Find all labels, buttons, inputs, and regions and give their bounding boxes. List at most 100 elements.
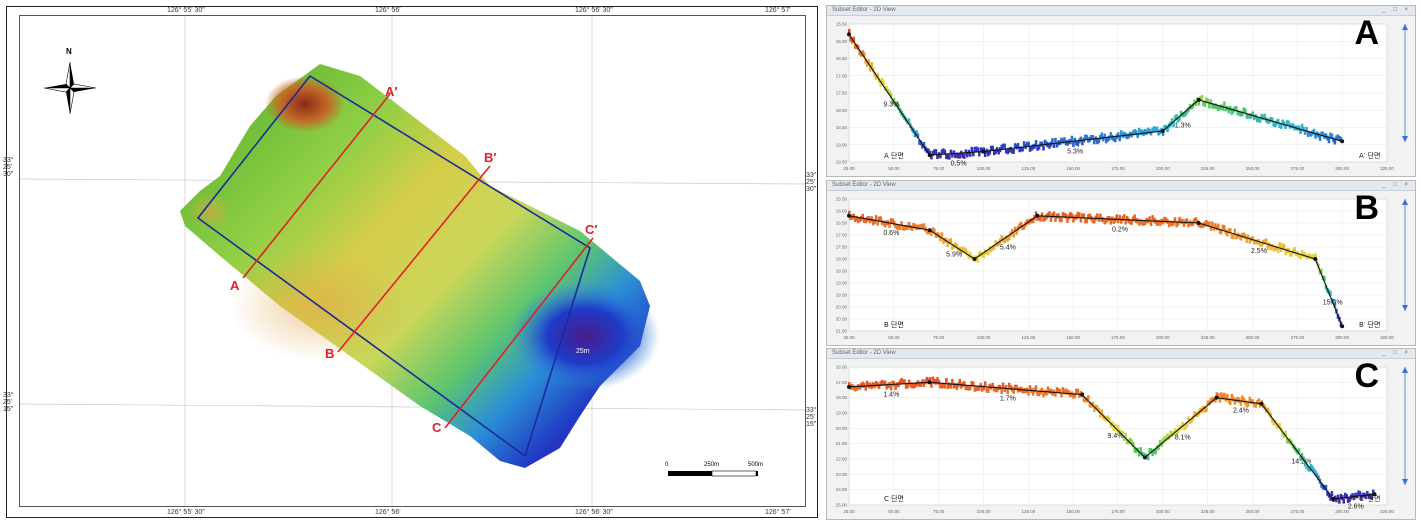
scroll-down-icon[interactable] bbox=[1402, 136, 1408, 142]
section-start-label: C 단면 bbox=[884, 494, 904, 503]
sounding-point bbox=[1327, 138, 1331, 144]
y-tick-label: 25.00 bbox=[836, 503, 848, 508]
slope-label: 15.0% bbox=[1323, 300, 1343, 307]
x-tick-label: 125.00 bbox=[1021, 335, 1035, 340]
x-tick-label: 175.00 bbox=[1111, 166, 1125, 171]
sounding-point bbox=[1122, 214, 1126, 220]
profile-panel-c: Subset Editor - 2D View _ □ × 25.00 50.00… bbox=[826, 348, 1416, 520]
x-tick-label: 200.00 bbox=[1156, 166, 1170, 171]
scroll-up-icon[interactable] bbox=[1402, 367, 1408, 373]
sandy-zone-w bbox=[188, 193, 232, 229]
sounding-point bbox=[1118, 136, 1121, 142]
slope-vertex bbox=[927, 153, 932, 158]
sounding-point bbox=[1232, 234, 1235, 240]
x-tick-label: 325.00 bbox=[1380, 335, 1394, 340]
window-controls-icon[interactable]: _ □ × bbox=[1382, 349, 1411, 358]
sounding-point bbox=[1200, 94, 1204, 100]
panel-letter: C bbox=[1354, 357, 1379, 395]
sounding-point bbox=[958, 378, 962, 384]
section-end-label: A′ 단면 bbox=[1359, 151, 1380, 160]
y-tick-label: 17.50 bbox=[836, 245, 848, 250]
profile-panel-b: Subset Editor - 2D View _ □ × 25.00 50.00… bbox=[826, 180, 1416, 346]
scroll-down-icon[interactable] bbox=[1402, 479, 1408, 485]
sounding-point bbox=[1006, 389, 1009, 395]
sounding-point bbox=[1139, 447, 1142, 453]
sounding-point bbox=[986, 387, 990, 393]
slope-vertex bbox=[972, 257, 977, 261]
window-controls-icon[interactable]: _ □ × bbox=[1382, 6, 1411, 15]
x-tick-label: 75.00 bbox=[933, 335, 945, 340]
coord-top-2: 126° 56' bbox=[375, 7, 401, 14]
section-start-label: B 단면 bbox=[884, 320, 904, 329]
sounding-point bbox=[1342, 498, 1346, 504]
y-tick-label: 17.00 bbox=[836, 233, 848, 238]
y-tick-label: 17.50 bbox=[836, 91, 848, 96]
coord-bottom-4: 126° 57' bbox=[765, 509, 791, 516]
slope-vertex bbox=[1214, 395, 1219, 400]
x-tick-label: 250.00 bbox=[1246, 509, 1260, 514]
x-tick-label: 25.00 bbox=[843, 166, 855, 171]
y-tick-label: 19.50 bbox=[836, 160, 848, 165]
slope-vertex bbox=[847, 384, 851, 389]
y-tick-label: 17.00 bbox=[836, 380, 848, 385]
sounding-point bbox=[1279, 123, 1283, 129]
slope-label: 1.7% bbox=[1000, 395, 1016, 402]
coord-top-4: 126° 57' bbox=[765, 7, 791, 14]
y-tick-label: 19.00 bbox=[836, 281, 848, 286]
sounding-point bbox=[1338, 498, 1341, 504]
sounding-point bbox=[1278, 242, 1281, 248]
slope-vertex bbox=[1196, 97, 1201, 102]
sounding-point bbox=[976, 257, 980, 263]
sounding-point bbox=[889, 385, 893, 391]
scroll-up-icon[interactable] bbox=[1402, 199, 1408, 205]
sounding-point bbox=[874, 215, 878, 221]
sounding-point bbox=[1203, 101, 1207, 107]
x-tick-label: 225.00 bbox=[1201, 166, 1215, 171]
sounding-point bbox=[943, 383, 947, 389]
survey-area bbox=[180, 64, 650, 468]
x-tick-label: 50.00 bbox=[888, 335, 900, 340]
sounding-point bbox=[949, 238, 953, 244]
y-tick-label: 20.00 bbox=[836, 305, 848, 310]
scale-label-0: 0 bbox=[665, 462, 669, 468]
x-tick-label: 125.00 bbox=[1021, 166, 1035, 171]
y-tick-label: 16.50 bbox=[836, 221, 848, 226]
x-tick-label: 225.00 bbox=[1201, 335, 1215, 340]
x-tick-label: 175.00 bbox=[1111, 335, 1125, 340]
sounding-point bbox=[1149, 221, 1153, 227]
y-tick-label: 17.00 bbox=[836, 73, 848, 78]
slope-vertex bbox=[1160, 128, 1165, 133]
sounding-point bbox=[1048, 211, 1051, 217]
sounding-point bbox=[1318, 135, 1322, 141]
sounding-point bbox=[1229, 400, 1232, 406]
y-tick-label: 16.00 bbox=[836, 365, 848, 370]
scroll-up-icon[interactable] bbox=[1402, 24, 1408, 30]
sounding-point bbox=[963, 153, 966, 159]
label-a: A bbox=[230, 278, 240, 293]
sounding-point bbox=[945, 377, 948, 383]
x-tick-label: 25.00 bbox=[843, 335, 855, 340]
slope-label: 2.4% bbox=[1233, 408, 1249, 415]
y-tick-label: 16.50 bbox=[836, 56, 848, 61]
scroll-down-icon[interactable] bbox=[1402, 305, 1408, 311]
x-tick-label: 200.00 bbox=[1156, 509, 1170, 514]
x-tick-label: 50.00 bbox=[888, 509, 900, 514]
slope-vertex bbox=[1142, 455, 1147, 460]
high-relief-ne bbox=[265, 76, 345, 132]
scale-bar bbox=[668, 470, 758, 477]
slope-vertex bbox=[1340, 324, 1345, 329]
window-controls-icon[interactable]: _ □ × bbox=[1382, 181, 1411, 190]
x-tick-label: 175.00 bbox=[1111, 509, 1125, 514]
y-tick-label: 15.50 bbox=[836, 22, 848, 27]
slope-label: 2.5% bbox=[1251, 248, 1267, 255]
x-tick-label: 300.00 bbox=[1335, 166, 1349, 171]
slope-vertex bbox=[1259, 401, 1264, 406]
coord-bottom-2: 126° 56' bbox=[375, 509, 401, 516]
north-label: N bbox=[66, 47, 72, 56]
slope-vertex bbox=[927, 228, 932, 233]
label-b-prime: B′ bbox=[484, 150, 497, 165]
y-tick-label: 18.00 bbox=[836, 108, 848, 113]
slope-vertex bbox=[1196, 221, 1201, 225]
sounding-point bbox=[1000, 388, 1003, 394]
sounding-point bbox=[948, 154, 951, 160]
